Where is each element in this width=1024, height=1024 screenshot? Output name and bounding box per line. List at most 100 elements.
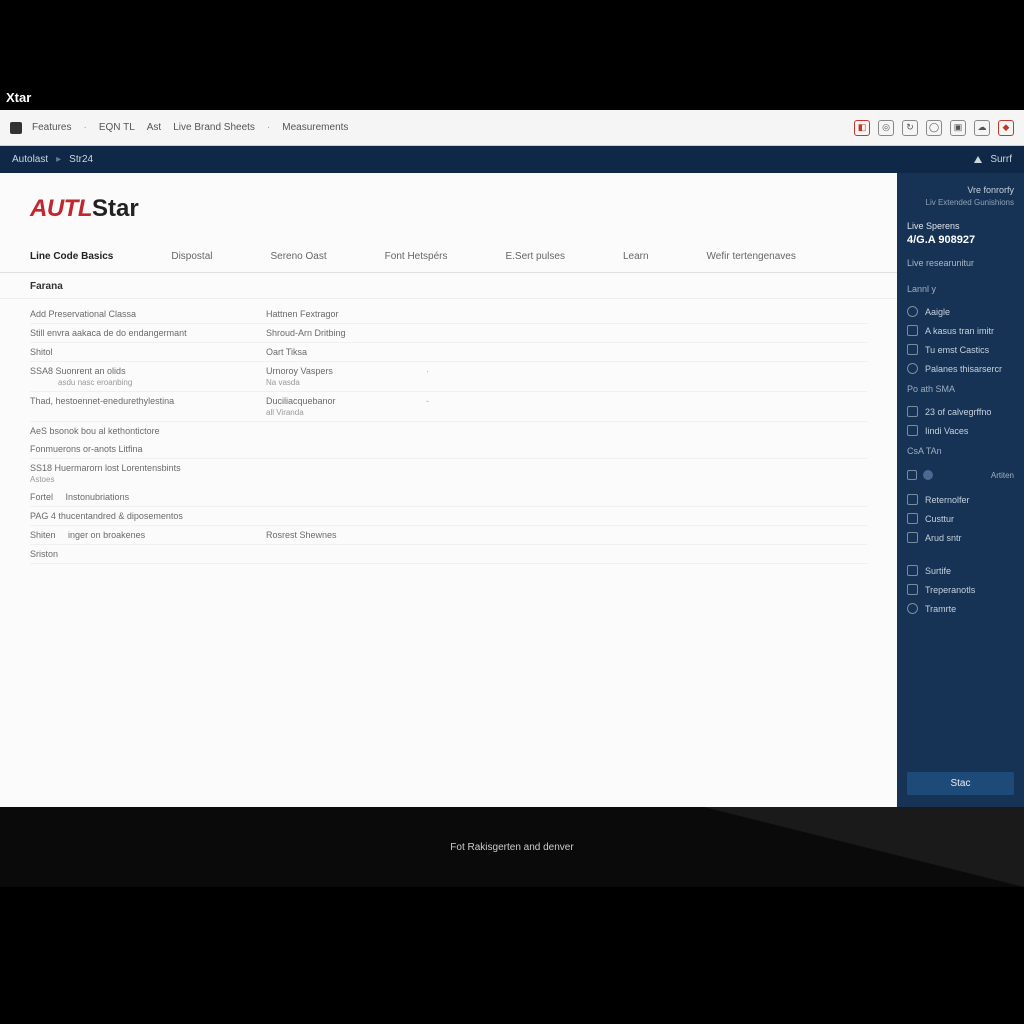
grid-icon [907,406,918,417]
tab-disposal[interactable]: Dispostal [171,241,236,272]
right-sidebar: Vre fonrorfy Liv Extended Gunishions Liv… [897,173,1024,807]
tab-learn[interactable]: Learn [623,241,673,272]
save-button[interactable]: Stac [907,772,1014,795]
cell-label: Shiten inger on broakenes [30,530,266,540]
sidebar-heading: Live Sperens [907,221,1014,231]
context-bar: Autolast ▸ Str24 Surrf [0,146,1024,173]
table-row[interactable]: Add Preservational Classa Hattnen Fextra… [30,305,867,324]
cell-label: Thad, hestoennet-enedurethylestina [30,396,266,417]
toolbar: Features · EQN TL Ast Live Brand Sheets … [0,110,1024,146]
layers-icon[interactable]: ▣ [950,120,966,136]
sidebar-item[interactable]: Treperanotls [907,580,1014,599]
context-left-2[interactable]: Str24 [69,154,93,165]
sidebar-group-3: CsA TAn [907,446,1014,456]
breadcrumb-4[interactable]: Live Brand Sheets [173,122,255,133]
cell-sub: all Viranda [266,408,426,417]
brand-rest: Star [92,195,139,222]
breadcrumb-3[interactable]: Ast [147,122,161,133]
footer-text: Fot Rakisgerten and denver [450,842,573,853]
headset-icon [907,325,918,336]
context-left-1[interactable]: Autolast [12,154,48,165]
triangle-up-icon[interactable] [974,156,982,163]
cell-label: Fortel Instonubriations [30,492,266,502]
action-label[interactable]: Artiten [991,471,1014,480]
separator: · [267,122,270,133]
tab-title: Xtar [6,90,31,105]
sidebar-row[interactable]: Live researunitur [907,258,1014,268]
sidebar-item[interactable]: Reternolfer [907,490,1014,509]
cell-sub: Astoes [30,475,256,484]
breadcrumb-2[interactable]: EQN TL [99,122,135,133]
sidebar-group-2: Po ath SMA [907,384,1014,394]
tab-line-code[interactable]: Line Code Basics [30,241,137,272]
sidebar-top-link[interactable]: Vre fonrorfy [907,185,1014,195]
sidebar-action-row: Artiten [907,470,1014,480]
app-logo-icon[interactable] [10,122,22,134]
main-tabs: Line Code Basics Dispostal Sereno Oast F… [0,241,897,273]
table-row[interactable]: AeS bsonok bou al kethontictore [30,422,867,440]
sidebar-item[interactable]: A kasus tran imitr [907,321,1014,340]
context-right[interactable]: Surrf [990,154,1012,165]
checkbox[interactable] [907,470,917,480]
chat-icon [907,425,918,436]
cell-label: SS18 Huermarorn lost Lorentensbints Asto… [30,463,266,484]
table-row[interactable]: SS18 Huermarorn lost Lorentensbints Asto… [30,459,867,488]
cell-mark: · [426,366,526,387]
toolbar-icons: ◧ ◎ ↻ ◯ ▣ ☁ ◆ [854,120,1014,136]
refresh-icon[interactable]: ↻ [902,120,918,136]
cell-label: Still envra aakaca de do endangermant [30,328,266,338]
sidebar-item[interactable]: Surtife [907,561,1014,580]
table-row[interactable]: Fortel Instonubriations [30,488,867,507]
gear-icon [907,363,918,374]
table-row[interactable]: Thad, hestoennet-enedurethylestina Ducil… [30,392,867,422]
table-row[interactable]: Sriston [30,545,867,564]
cell-label: Shitol [30,347,266,357]
content-table: Add Preservational Classa Hattnen Fextra… [0,299,897,570]
table-row[interactable]: Shiten inger on broakenes Rosrest Shewne… [30,526,867,545]
table-row[interactable]: Fonmuerons or-anots Litfina [30,440,867,459]
chevron-right-icon: ▸ [56,154,61,165]
sidebar-item[interactable]: 23 of calvegrffno [907,402,1014,421]
table-row[interactable]: SSA8 Suonrent an olids asdu nasc eroanbi… [30,362,867,392]
sidebar-item[interactable]: Aaigle [907,302,1014,321]
table-row[interactable]: Shitol Oart Tiksa [30,343,867,362]
target-icon[interactable]: ◎ [878,120,894,136]
cell-label: SSA8 Suonrent an olids asdu nasc eroanbi… [30,366,266,387]
cell-value: Duciliacquebanor all Viranda [266,396,426,417]
tab-font[interactable]: Font Hetspérs [385,241,472,272]
tab-wefir[interactable]: Wefir tertengenaves [707,241,820,272]
tab-sereno[interactable]: Sereno Oast [271,241,351,272]
sidebar-id: 4/G.A 908927 [907,234,1014,246]
main-panel: AUTLStar Line Code Basics Dispostal Sere… [0,173,897,807]
diamond-icon[interactable]: ◆ [998,120,1014,136]
browser-tab[interactable]: Xtar [0,84,1024,110]
sidebar-item[interactable]: Arud sntr [907,528,1014,547]
cell-label: PAG 4 thucentandred & diposementos [30,511,266,521]
breadcrumb-5[interactable]: Measurements [282,122,348,133]
cell-value: Shroud-Arn Dritbing [266,328,426,338]
square-icon [907,584,918,595]
cell-label: Add Preservational Classa [30,309,266,319]
brand-red: AUTL [30,195,92,222]
cloud-icon[interactable]: ☁ [974,120,990,136]
cell-value: Urnoroy Vaspers Na vasda [266,366,426,387]
app-body: AUTLStar Line Code Basics Dispostal Sere… [0,173,1024,807]
hex-icon[interactable]: ◯ [926,120,942,136]
square-icon [907,565,918,576]
sidebar-item[interactable]: Iindi Vaces [907,421,1014,440]
edit-icon [907,494,918,505]
cell-label: Sriston [30,549,266,559]
cell-sub: asdu nasc eroanbing [30,378,256,387]
box-icon [907,532,918,543]
book-icon [907,344,918,355]
table-row[interactable]: Still envra aakaca de do endangermant Sh… [30,324,867,343]
tab-esert[interactable]: E.Sert pulses [505,241,588,272]
breadcrumb-1[interactable]: Features [32,122,71,133]
sidebar-item[interactable]: Tu emst Castics [907,340,1014,359]
sidebar-item[interactable]: Palanes thisarsercr [907,359,1014,378]
sidebar-item[interactable]: Tramrte [907,599,1014,618]
table-row[interactable]: PAG 4 thucentandred & diposementos [30,507,867,526]
doc-icon[interactable]: ◧ [854,120,870,136]
cell-label: Fonmuerons or-anots Litfina [30,444,266,454]
sidebar-item[interactable]: Custtur [907,509,1014,528]
